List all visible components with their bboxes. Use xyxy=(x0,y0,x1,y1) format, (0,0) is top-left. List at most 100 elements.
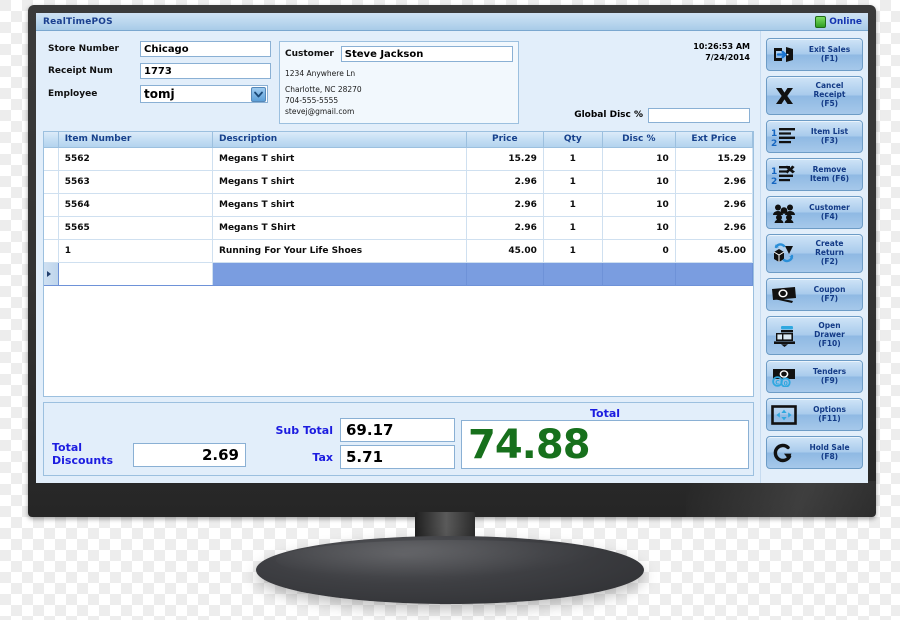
svg-text:2: 2 xyxy=(771,139,777,147)
row-gutter[interactable] xyxy=(44,216,59,240)
table-row[interactable]: 5562 Megans T shirt 15.29 1 10 15.29 xyxy=(44,147,753,171)
tenders-button[interactable]: C 0 Tenders (F9) xyxy=(766,360,863,393)
column-header-ext-price[interactable]: Ext Price xyxy=(675,131,753,148)
remove-item-label: Remove Item (F6) xyxy=(809,164,850,183)
column-header-qty[interactable]: Qty xyxy=(543,131,603,148)
cell-ext-price[interactable]: 2.96 xyxy=(675,170,753,194)
column-header-item-number[interactable]: Item Number xyxy=(58,131,213,148)
cell-price[interactable]: 2.96 xyxy=(466,170,544,194)
cell-ext-price[interactable] xyxy=(675,262,753,286)
total-label: Total xyxy=(589,407,621,420)
cell-disc[interactable]: 10 xyxy=(602,170,676,194)
options-button[interactable]: Options (F11) xyxy=(766,398,863,431)
employee-label: Employee xyxy=(48,89,98,99)
grid-empty-area[interactable] xyxy=(44,285,753,396)
cell-ext-price[interactable]: 2.96 xyxy=(675,216,753,240)
people-group-icon xyxy=(771,201,797,225)
cell-qty[interactable] xyxy=(543,262,603,286)
cell-description[interactable]: Megans T shirt xyxy=(212,170,467,194)
cell-qty[interactable]: 1 xyxy=(543,216,603,240)
cell-description[interactable]: Megans T Shirt xyxy=(212,216,467,240)
customer-panel: Customer Steve Jackson 1234 Anywhere Ln … xyxy=(279,41,519,124)
customer-address-line2: Charlotte, NC 28270 xyxy=(285,84,362,94)
table-row[interactable]: 5564 Megans T shirt 2.96 1 10 2.96 xyxy=(44,193,753,217)
table-row[interactable]: 5565 Megans T Shirt 2.96 1 10 2.96 xyxy=(44,216,753,240)
tax-value: 5.71 xyxy=(340,445,455,469)
open-drawer-button[interactable]: Open Drawer (F10) xyxy=(766,316,863,355)
cell-price[interactable]: 45.00 xyxy=(466,239,544,263)
cancel-receipt-button[interactable]: Cancel Receipt (F5) xyxy=(766,76,863,115)
global-discount-input[interactable] xyxy=(648,107,750,123)
coupon-icon xyxy=(771,283,797,307)
cell-disc[interactable]: 0 xyxy=(602,239,676,263)
store-number-label: Store Number xyxy=(48,44,119,54)
cell-item-number[interactable]: 5565 xyxy=(58,216,213,240)
column-header-description[interactable]: Description xyxy=(212,131,467,148)
global-discount-label: Global Disc % xyxy=(574,110,643,120)
customer-name-input[interactable]: Steve Jackson xyxy=(340,46,513,62)
receipt-num-input[interactable]: 1773 xyxy=(140,63,271,79)
exit-sales-button[interactable]: Exit Sales (F1) xyxy=(766,38,863,71)
remove-item-button[interactable]: 1 2 Remove Item (F6) xyxy=(766,158,863,191)
cell-disc[interactable]: 10 xyxy=(602,193,676,217)
cell-item-number[interactable] xyxy=(58,262,213,286)
row-gutter[interactable] xyxy=(44,193,59,217)
row-gutter[interactable] xyxy=(44,239,59,263)
current-row-marker-icon xyxy=(47,270,51,277)
create-return-button[interactable]: Create Return (F2) xyxy=(766,234,863,273)
row-gutter-current[interactable] xyxy=(44,262,59,286)
svg-text:2: 2 xyxy=(771,177,777,185)
cell-ext-price[interactable]: 15.29 xyxy=(675,147,753,171)
employee-select[interactable]: tomj xyxy=(140,85,268,103)
cell-qty[interactable]: 1 xyxy=(543,193,603,217)
customer-button[interactable]: Customer (F4) xyxy=(766,196,863,229)
cell-description[interactable]: Running For Your Life Shoes xyxy=(212,239,467,263)
cell-qty[interactable]: 1 xyxy=(543,170,603,194)
table-row[interactable]: 5563 Megans T shirt 2.96 1 10 2.96 xyxy=(44,170,753,194)
hold-sale-button[interactable]: Hold Sale (F8) xyxy=(766,436,863,469)
item-list-button[interactable]: 1 2 Item List (F3) xyxy=(766,120,863,153)
cell-qty[interactable]: 1 xyxy=(543,147,603,171)
cell-description[interactable]: Megans T shirt xyxy=(212,193,467,217)
store-number-input[interactable]: Chicago xyxy=(140,41,271,57)
column-header-price[interactable]: Price xyxy=(466,131,544,148)
cell-item-number[interactable]: 5564 xyxy=(58,193,213,217)
exit-door-icon xyxy=(771,43,797,67)
row-gutter[interactable] xyxy=(44,170,59,194)
cell-item-number[interactable]: 5563 xyxy=(58,170,213,194)
table-header-row: Item Number Description Price Qty Disc %… xyxy=(44,131,753,148)
column-header-disc[interactable]: Disc % xyxy=(602,131,676,148)
customer-phone: 704-555-5555 xyxy=(285,95,339,105)
cell-disc[interactable]: 10 xyxy=(602,216,676,240)
table-row[interactable]: 1 Running For Your Life Shoes 45.00 1 0 … xyxy=(44,239,753,263)
cell-disc[interactable] xyxy=(602,262,676,286)
line-items-table: Item Number Description Price Qty Disc %… xyxy=(44,131,753,286)
cell-price[interactable] xyxy=(466,262,544,286)
remove-list-item-icon: 1 2 xyxy=(771,163,797,187)
cell-ext-price[interactable]: 2.96 xyxy=(675,193,753,217)
cell-item-number[interactable]: 1 xyxy=(58,239,213,263)
cell-item-number[interactable]: 5562 xyxy=(58,147,213,171)
total-discounts-label: Total Discounts xyxy=(52,441,113,467)
screenshot-stage: RealTimePOS Online Store Number Chicago … xyxy=(0,0,900,620)
table-row-new-selected[interactable] xyxy=(44,262,753,286)
clock: 10:26:53 AM 7/24/2014 xyxy=(693,42,750,64)
coupon-button[interactable]: Coupon (F7) xyxy=(766,278,863,311)
cell-qty[interactable]: 1 xyxy=(543,239,603,263)
chevron-down-icon[interactable] xyxy=(251,86,266,102)
cell-description[interactable] xyxy=(212,262,467,286)
cell-price[interactable]: 15.29 xyxy=(466,147,544,171)
cell-ext-price[interactable]: 45.00 xyxy=(675,239,753,263)
cell-disc[interactable]: 10 xyxy=(602,147,676,171)
online-indicator-icon xyxy=(815,15,827,28)
arrows-options-icon xyxy=(771,403,797,427)
function-button-sidebar: Exit Sales (F1) Cancel Receipt (F5) 1 2 … xyxy=(760,31,868,483)
cell-description[interactable]: Megans T shirt xyxy=(212,147,467,171)
sub-total-label: Sub Total xyxy=(275,423,333,437)
cell-price[interactable]: 2.96 xyxy=(466,193,544,217)
row-gutter[interactable] xyxy=(44,147,59,171)
svg-text:1: 1 xyxy=(771,167,777,177)
create-return-label: Create Return (F2) xyxy=(815,239,844,266)
cell-price[interactable]: 2.96 xyxy=(466,216,544,240)
total-discounts-group: Total Discounts 2.69 xyxy=(52,442,246,469)
